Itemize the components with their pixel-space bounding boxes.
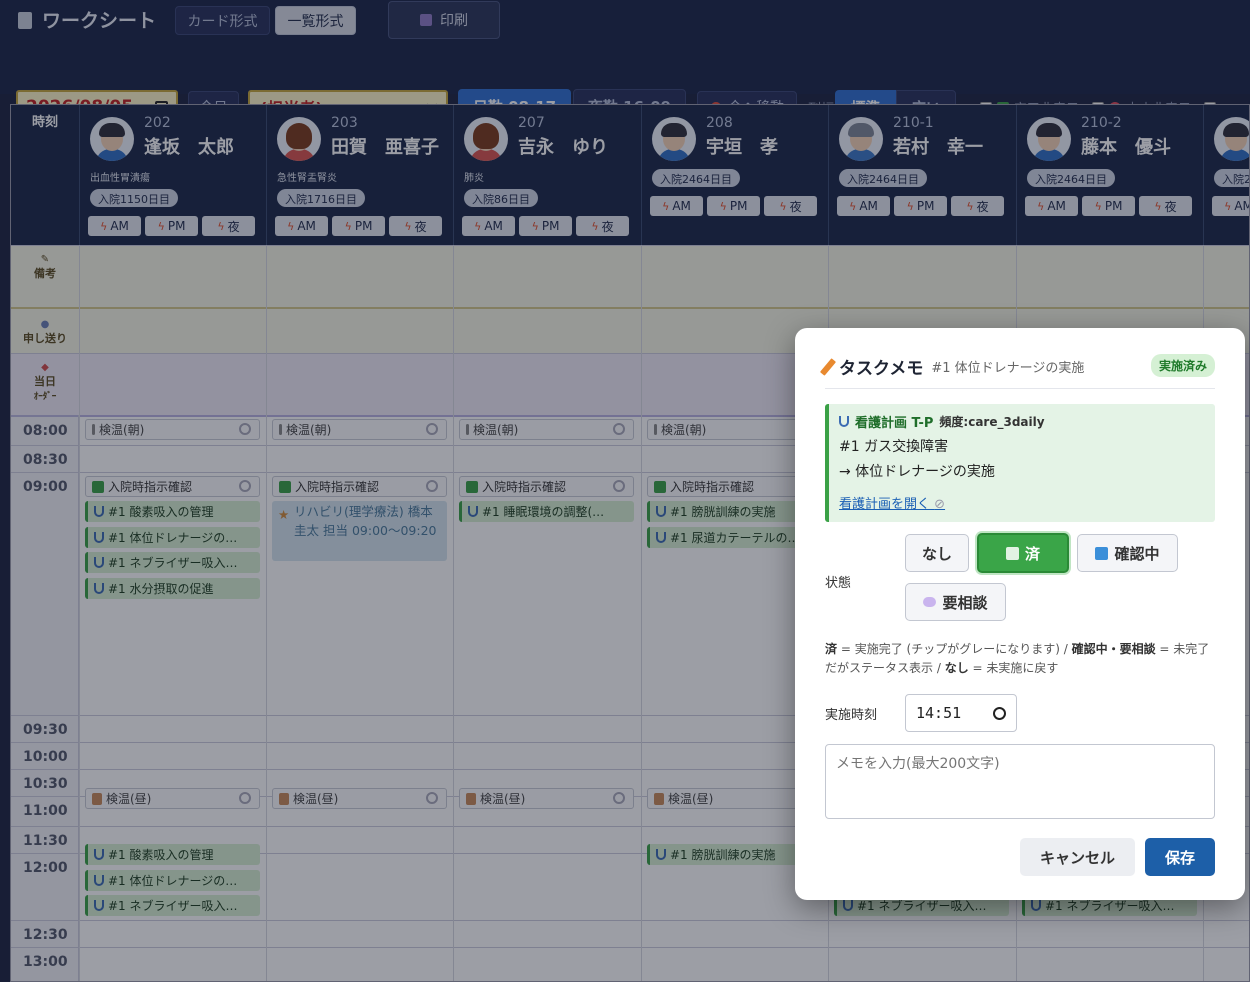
note-none-desc: = 未実施に戻す xyxy=(968,661,1059,676)
status-label: 状態 xyxy=(825,576,852,591)
task-memo-modal: タスクメモ #1 体位ドレナージの実施 実施済み 看護計画 T-P 頻度:care_… xyxy=(795,328,1245,900)
note-none: なし xyxy=(944,661,969,676)
refresh-icon xyxy=(1095,546,1109,560)
status-done-button[interactable]: 済 xyxy=(977,533,1069,573)
status-none-button[interactable]: なし xyxy=(905,534,969,572)
memo-textarea[interactable] xyxy=(825,744,1215,819)
cancel-button[interactable]: キャンセル xyxy=(1020,838,1135,876)
check-icon xyxy=(1005,546,1019,560)
status-checking-button[interactable]: 確認中 xyxy=(1077,534,1178,572)
status-consult-button[interactable]: 要相談 xyxy=(905,583,1006,621)
open-care-plan-link[interactable]: 看護計画を開く ⊘ xyxy=(839,493,1205,512)
care-plan-box: 看護計画 T-P 頻度:care_3daily #1 ガス交換障害 → 体位ドレナ… xyxy=(825,404,1215,522)
link-icon: ⊘ xyxy=(934,497,946,512)
clock-icon[interactable] xyxy=(993,706,1006,720)
modal-title: タスクメモ #1 体位ドレナージの実施 xyxy=(819,354,1085,379)
status-checking-label: 確認中 xyxy=(1114,544,1160,563)
time-label: 実施時刻 xyxy=(825,708,878,723)
plan-intervention: → 体位ドレナージの実施 xyxy=(839,464,995,480)
status-help-text: 済 = 実施完了 (チップがグレーになります) / 確認中・要相談 = 未完了だ… xyxy=(825,640,1215,678)
save-button[interactable]: 保存 xyxy=(1145,838,1215,876)
plan-frequency: 頻度:care_3daily xyxy=(939,415,1045,429)
plan-header-text: 看護計画 T-P xyxy=(855,416,934,431)
modal-title-text: タスクメモ xyxy=(839,359,924,379)
plan-header: 看護計画 T-P 頻度:care_3daily xyxy=(839,412,1205,431)
pencil-icon xyxy=(819,357,837,376)
note-pending: 確認中・要相談 xyxy=(1071,642,1156,656)
note-done: 済 xyxy=(825,642,838,656)
status-badge: 実施済み xyxy=(1150,354,1215,377)
stethoscope-icon xyxy=(839,416,849,427)
time-value: 14:51 xyxy=(916,704,962,722)
modal-subtitle: #1 体位ドレナージの実施 xyxy=(931,361,1085,376)
speech-bubble-icon xyxy=(923,597,937,607)
status-consult-label: 要相談 xyxy=(942,593,988,612)
note-done-desc: = 実施完了 (チップがグレーになります) / xyxy=(837,642,1072,656)
open-care-plan-text: 看護計画を開く xyxy=(839,497,931,512)
divider xyxy=(825,388,1215,389)
status-done-label: 済 xyxy=(1024,544,1040,563)
plan-problem: #1 ガス交換障害 xyxy=(839,439,949,455)
time-input[interactable]: 14:51 xyxy=(905,694,1017,732)
